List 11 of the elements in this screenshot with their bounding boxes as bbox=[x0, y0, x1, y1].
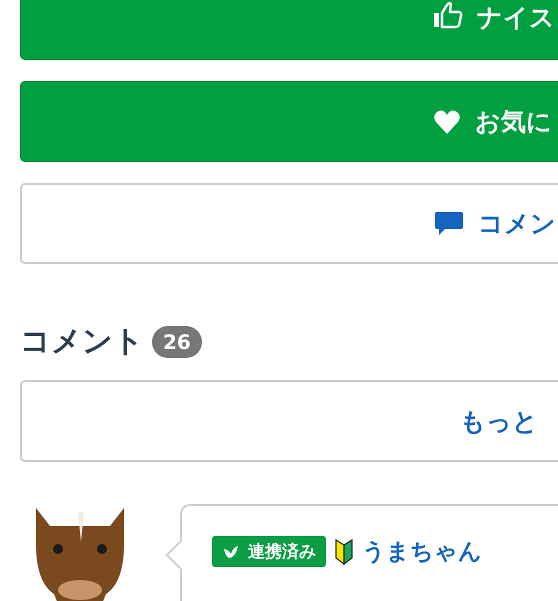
speech-button[interactable]: コメン bbox=[20, 183, 558, 264]
thumbs-up-icon bbox=[433, 1, 463, 29]
author-link[interactable]: うまちゃん bbox=[362, 536, 482, 567]
section-heading: コメント bbox=[20, 323, 144, 361]
heart-icon bbox=[433, 108, 461, 134]
thumb-button[interactable]: ナイス bbox=[20, 0, 558, 60]
heart-button[interactable]: お気に bbox=[20, 81, 558, 162]
linked-badge: 連携済み bbox=[212, 536, 326, 567]
speech-bubble-icon bbox=[434, 210, 464, 238]
show-more-button[interactable]: もっと bbox=[20, 380, 558, 462]
count-badge: 26 bbox=[152, 326, 202, 358]
